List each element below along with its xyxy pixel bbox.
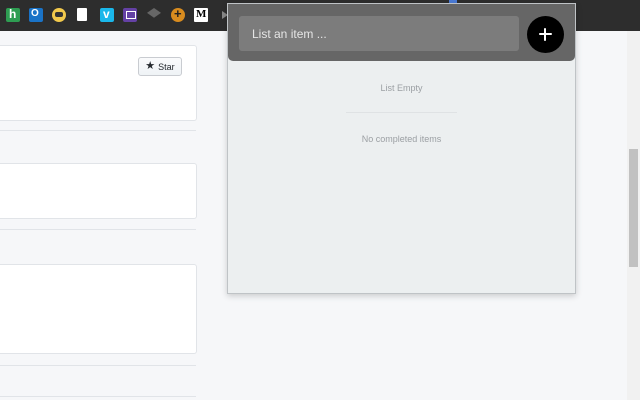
divider (346, 112, 457, 113)
repo-card (0, 163, 197, 219)
list-item-input[interactable] (239, 16, 519, 51)
document-icon[interactable] (77, 8, 87, 21)
twitch-icon[interactable] (123, 8, 137, 22)
weather-icon[interactable] (52, 8, 66, 22)
houzz-icon[interactable] (6, 7, 20, 22)
add-item-button[interactable] (527, 16, 564, 53)
globe-icon[interactable] (171, 6, 185, 22)
plus-icon (527, 16, 564, 53)
empty-list-message: List Empty (380, 83, 423, 93)
completed-items-message: No completed items (361, 134, 442, 144)
graduation-cap-icon[interactable] (147, 8, 161, 18)
outlook-icon[interactable] (29, 8, 43, 22)
todo-popup: List Empty No completed items (227, 3, 576, 294)
popup-header (228, 4, 575, 61)
divider (0, 229, 196, 230)
star-label: Star (158, 61, 175, 72)
medium-icon[interactable] (194, 8, 208, 22)
divider (0, 396, 196, 397)
divider (0, 130, 196, 131)
divider (0, 365, 196, 366)
star-icon: ★ (145, 60, 156, 72)
vimeo-icon[interactable] (100, 7, 114, 22)
scrollbar-thumb[interactable] (629, 149, 638, 267)
star-button[interactable]: ★ Star (138, 57, 182, 76)
repo-card (0, 264, 197, 354)
